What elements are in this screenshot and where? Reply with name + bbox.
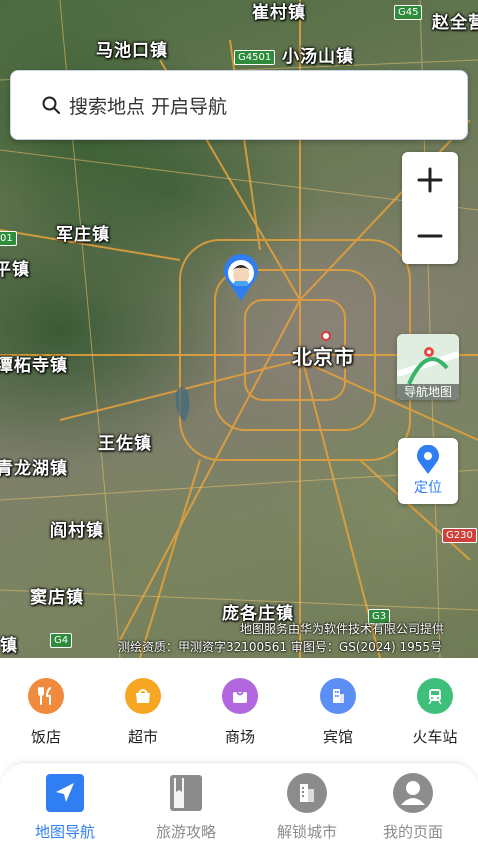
category-hotel[interactable]: 宾馆 (298, 678, 378, 748)
category-shortcuts: 饭店 超市 商场 宾馆 火车站 (0, 658, 478, 762)
place-label: 小汤山镇 (282, 47, 354, 67)
tab-unlock-city[interactable]: 解锁城市 (252, 773, 362, 845)
locate-button[interactable]: 定位 (398, 438, 458, 504)
supermarket-icon (125, 678, 161, 714)
highway-shield: G4501 (234, 50, 276, 65)
zoom-out-button[interactable] (402, 208, 458, 264)
place-label: 平镇 (0, 260, 30, 280)
mall-icon (222, 678, 258, 714)
place-label: 军庄镇 (56, 225, 110, 245)
place-label: 镇 (0, 636, 18, 656)
book-icon (166, 773, 206, 813)
user-location-pin[interactable] (222, 254, 260, 302)
search-bar[interactable]: 搜索地点 开启导航 (10, 70, 468, 140)
tab-travel-guide[interactable]: 旅游攻略 (131, 773, 241, 845)
place-label: 马池口镇 (96, 41, 168, 61)
train-icon (417, 678, 453, 714)
restaurant-icon (28, 678, 64, 714)
place-label: 赵全营 (432, 13, 478, 33)
location-pin-icon (417, 445, 439, 474)
zoom-in-button[interactable] (402, 152, 458, 208)
bottom-tab-bar: 地图导航 旅游攻略 解锁城市 我的页面 (0, 762, 478, 850)
city-icon (287, 773, 327, 813)
navigation-map-label: 导航地图 (397, 384, 459, 400)
search-icon (42, 96, 60, 114)
plus-icon (417, 167, 443, 193)
place-label: 阎村镇 (50, 521, 104, 541)
tab-my-page[interactable]: 我的页面 (358, 773, 468, 845)
place-label: 青龙湖镇 (0, 459, 68, 479)
zoom-controls (402, 152, 458, 264)
category-mall[interactable]: 商场 (200, 678, 280, 748)
place-label: 崔村镇 (252, 3, 306, 23)
category-label: 超市 (127, 728, 158, 746)
highway-shield: G4 (50, 633, 73, 648)
locate-label: 定位 (414, 480, 442, 496)
category-label: 火车站 (412, 728, 458, 746)
city-label-beijing: 北京市 (292, 345, 355, 369)
map-license: 测绘资质：甲测资字32100561 审图号：GS(2024) 1955号 (118, 640, 443, 654)
category-train-station[interactable]: 火车站 (395, 678, 475, 748)
tab-label: 地图导航 (34, 823, 95, 841)
tab-label: 我的页面 (382, 823, 443, 841)
tab-label: 解锁城市 (276, 823, 337, 841)
category-label: 宾馆 (322, 728, 353, 746)
highway-shield: 01 (0, 231, 17, 246)
category-label: 饭店 (30, 728, 61, 746)
map-credit: 地图服务由华为软件技术有限公司提供 (240, 622, 445, 636)
search-placeholder: 搜索地点 开启导航 (69, 95, 228, 118)
highway-shield: G45 (394, 5, 423, 20)
tab-map-navigation[interactable]: 地图导航 (10, 773, 120, 845)
user-icon (393, 773, 433, 813)
highway-shield: G230 (442, 528, 477, 543)
category-restaurant[interactable]: 饭店 (6, 678, 86, 748)
place-label: 潭柘寺镇 (0, 356, 68, 376)
hotel-icon (320, 678, 356, 714)
navigation-map-button[interactable]: 导航地图 (397, 334, 459, 400)
minus-icon (417, 234, 443, 238)
map-view[interactable]: 崔村镇 赵全营 马池口镇 小汤山镇 军庄镇 平镇 潭柘寺镇 北京市 王佐镇 青龙… (0, 0, 478, 658)
category-label: 商场 (224, 728, 255, 746)
place-label: 王佐镇 (98, 434, 152, 454)
place-label: 窦店镇 (30, 588, 84, 608)
navigation-icon (45, 773, 85, 813)
tab-label: 旅游攻略 (155, 823, 216, 841)
avatar-pin-icon (224, 254, 258, 301)
category-supermarket[interactable]: 超市 (103, 678, 183, 748)
